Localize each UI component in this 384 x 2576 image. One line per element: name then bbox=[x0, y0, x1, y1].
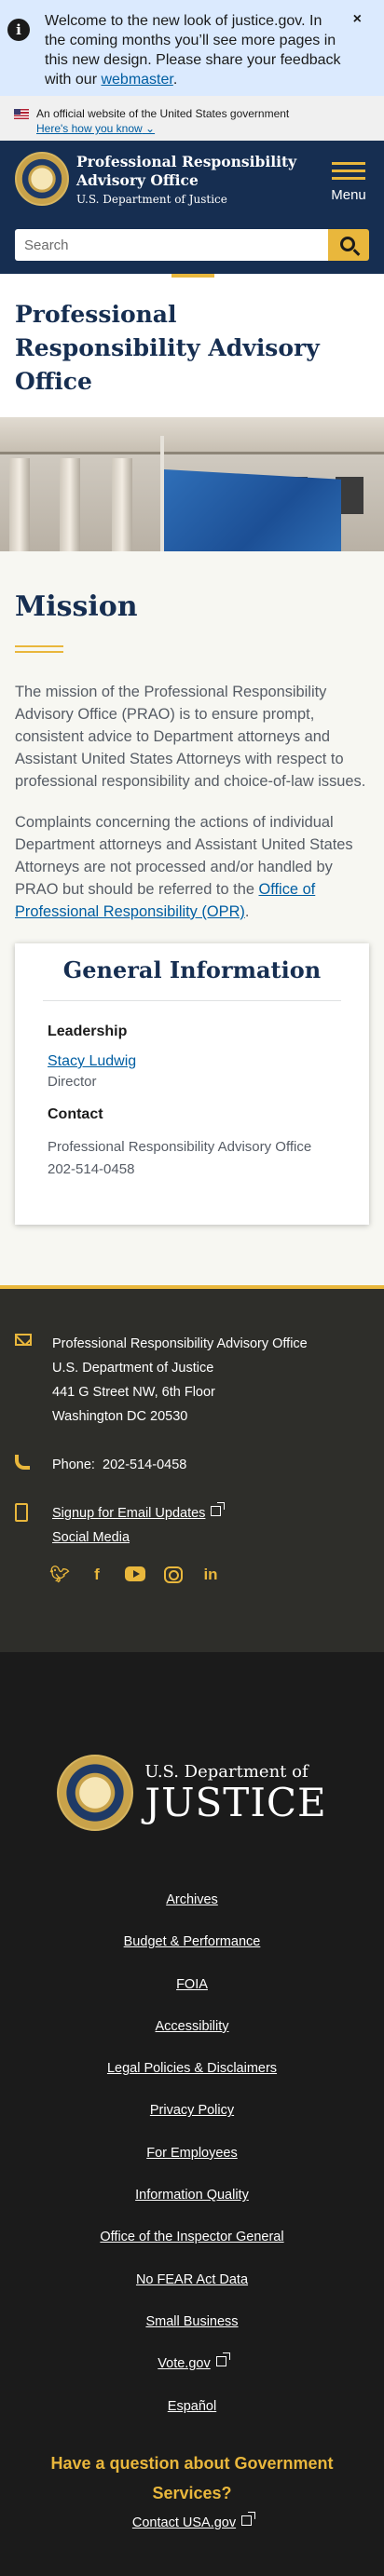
general-info-heading: General Information bbox=[62, 956, 322, 983]
site-alert: i Welcome to the new look of justice.gov… bbox=[0, 0, 384, 96]
chevron-down-icon: ⌄ bbox=[145, 122, 156, 135]
divider bbox=[43, 1000, 341, 1001]
updates-block: Signup for Email Updates Social Media bbox=[15, 1501, 369, 1550]
page-title-section: Professional Responsibility Advisory Off… bbox=[0, 274, 384, 551]
menu-button[interactable]: Menu bbox=[326, 157, 371, 203]
site-footer: U.S. Department of JUSTICE Archives Budg… bbox=[0, 1652, 384, 2576]
mission-heading: Mission bbox=[15, 590, 138, 623]
complaints-paragraph: Complaints concerning the actions of ind… bbox=[15, 814, 353, 920]
site-header: Professional Responsibility Advisory Off… bbox=[0, 141, 384, 274]
leader-name-link[interactable]: Stacy Ludwig bbox=[48, 1053, 350, 1070]
instagram-icon[interactable] bbox=[164, 1566, 183, 1583]
mission-section: Mission The mission of the Professional … bbox=[0, 549, 384, 1285]
document-icon bbox=[15, 1503, 28, 1522]
footer-link-oig[interactable]: Office of the Inspector General bbox=[0, 2230, 384, 2271]
contact-label: Contact bbox=[48, 1106, 103, 1122]
footer-link-employees[interactable]: For Employees bbox=[0, 2146, 384, 2188]
general-information-card: General Information Leadership Stacy Lud… bbox=[15, 943, 369, 1225]
social-icons: 🐦︎ f in bbox=[49, 1566, 369, 1583]
search-form bbox=[15, 229, 369, 261]
facebook-icon[interactable]: f bbox=[88, 1566, 106, 1583]
footer-link-budget[interactable]: Budget & Performance bbox=[0, 1934, 384, 1976]
info-icon: i bbox=[7, 19, 30, 41]
page-title: Professional Responsibility Advisory Off… bbox=[15, 301, 320, 395]
footer-link-accessibility[interactable]: Accessibility bbox=[0, 2019, 384, 2061]
footer-link-foia[interactable]: FOIA bbox=[0, 1977, 384, 2019]
youtube-icon[interactable] bbox=[125, 1566, 145, 1581]
search-icon bbox=[339, 236, 355, 251]
gold-divider bbox=[15, 645, 63, 653]
gold-accent bbox=[171, 274, 214, 278]
external-link-icon bbox=[241, 2511, 256, 2526]
hamburger-icon bbox=[326, 162, 371, 180]
search-button[interactable] bbox=[328, 229, 369, 261]
mission-paragraph: The mission of the Professional Responsi… bbox=[15, 684, 366, 790]
address-block: Professional Responsibility Advisory Off… bbox=[15, 1332, 369, 1429]
footer-link-vote[interactable]: Vote.gov bbox=[0, 2352, 384, 2398]
leader-title: Director bbox=[48, 1074, 97, 1090]
mail-icon bbox=[15, 1334, 32, 1346]
external-link-icon bbox=[211, 1502, 226, 1516]
site-title[interactable]: Professional Responsibility Advisory Off… bbox=[76, 153, 296, 206]
footer-link-archives[interactable]: Archives bbox=[0, 1892, 384, 1934]
hero-image bbox=[0, 417, 384, 551]
footer-link-legal[interactable]: Legal Policies & Disclaimers bbox=[0, 2061, 384, 2103]
footer-link-espanol[interactable]: Español bbox=[0, 2399, 384, 2441]
footer-link-privacy[interactable]: Privacy Policy bbox=[0, 2103, 384, 2145]
webmaster-link[interactable]: webmaster bbox=[101, 72, 172, 88]
how-you-know-toggle[interactable]: Here's how you know ⌄ bbox=[36, 121, 370, 136]
alert-message: Welcome to the new look of justice.gov. … bbox=[45, 13, 341, 88]
doj-seal-logo[interactable] bbox=[15, 152, 69, 206]
contact-info: Professional Responsibility Advisory Off… bbox=[48, 1139, 312, 1177]
doj-logo[interactable]: U.S. Department of JUSTICE bbox=[0, 1755, 384, 1831]
footer-link-no-fear[interactable]: No FEAR Act Data bbox=[0, 2272, 384, 2314]
leadership-label: Leadership bbox=[48, 1024, 128, 1039]
footer-link-info-quality[interactable]: Information Quality bbox=[0, 2188, 384, 2230]
footer-link-small-business[interactable]: Small Business bbox=[0, 2314, 384, 2356]
us-flag-icon bbox=[14, 108, 29, 119]
contact-footer: Professional Responsibility Advisory Off… bbox=[0, 1285, 384, 1652]
gov-banner-text: An official website of the United States… bbox=[36, 107, 290, 120]
doj-seal-icon bbox=[57, 1755, 134, 1831]
close-icon[interactable]: × bbox=[353, 11, 362, 28]
gov-banner: An official website of the United States… bbox=[0, 96, 384, 141]
social-media-link[interactable]: Social Media bbox=[52, 1530, 130, 1545]
government-services-question: Have a question about Government Service… bbox=[50, 2453, 334, 2502]
search-input[interactable] bbox=[15, 229, 328, 261]
email-updates-link[interactable]: Signup for Email Updates bbox=[52, 1506, 205, 1521]
phone-block: Phone: 202-514-0458 bbox=[15, 1453, 369, 1477]
footer-links: Archives Budget & Performance FOIA Acces… bbox=[0, 1892, 384, 2441]
phone-number: 202-514-0458 bbox=[103, 1457, 187, 1472]
phone-icon bbox=[15, 1455, 30, 1470]
linkedin-icon[interactable]: in bbox=[201, 1566, 220, 1583]
twitter-icon[interactable]: 🐦︎ bbox=[49, 1566, 70, 1583]
external-link-icon bbox=[215, 2352, 230, 2367]
contact-usagov-link[interactable]: Contact USA.gov bbox=[132, 2511, 256, 2530]
site-subtitle: U.S. Department of Justice bbox=[76, 192, 227, 206]
